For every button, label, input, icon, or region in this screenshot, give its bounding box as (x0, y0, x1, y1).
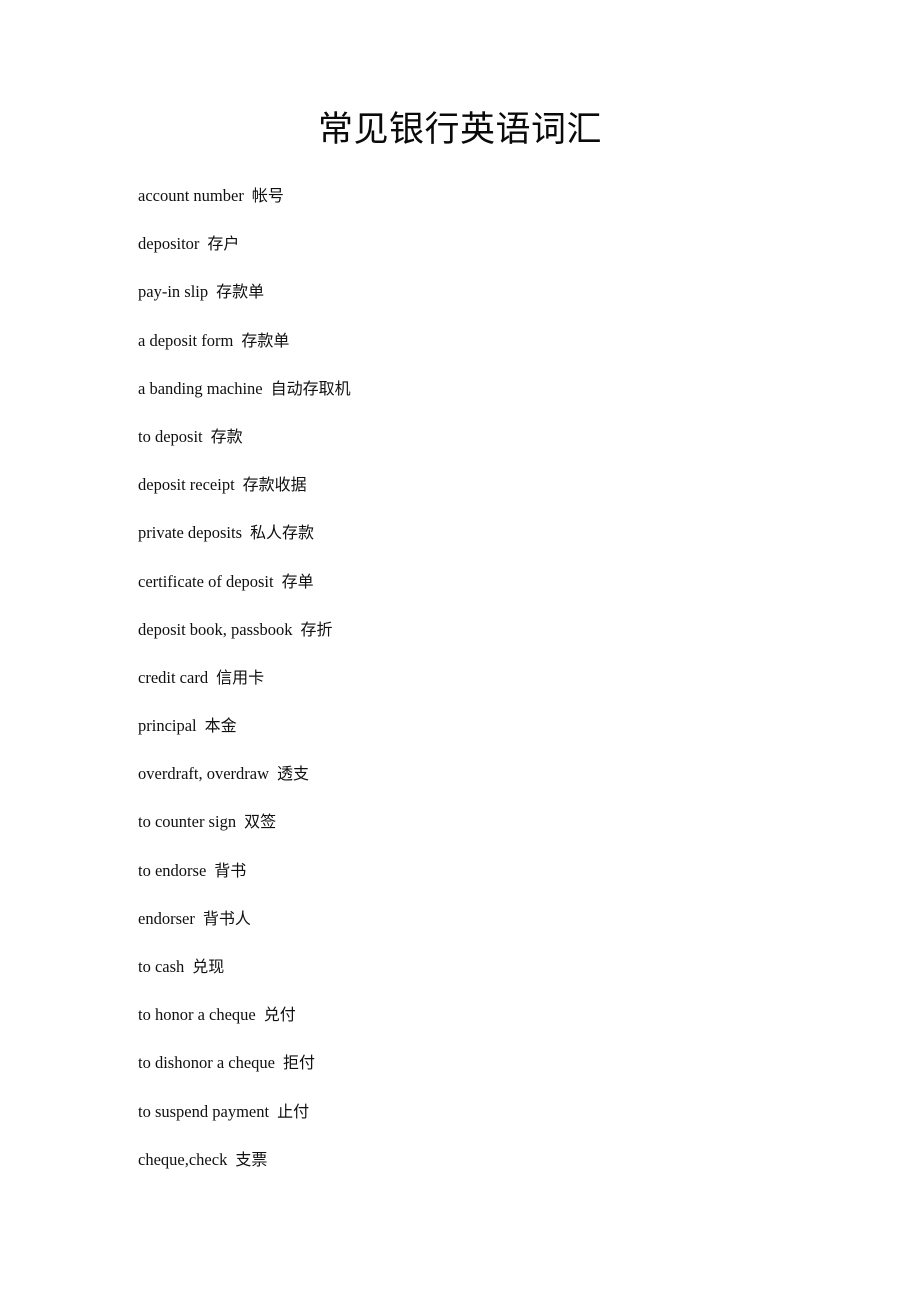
glossary-entry: credit card 信用卡 (138, 665, 818, 713)
glossary-gloss: 兑付 (263, 1005, 296, 1025)
glossary-entry: to cash 兑现 (138, 954, 818, 1002)
glossary-gloss: 背书 (214, 860, 247, 880)
glossary-term: endorser (138, 908, 195, 928)
glossary-term: account number (138, 186, 244, 205)
glossary-entry: overdraft, overdraw 透支 (138, 761, 818, 809)
glossary-entry: to honor a cheque 兑付 (138, 1002, 818, 1050)
glossary-entry: account number 帐号 (138, 183, 818, 231)
glossary-term: credit card (138, 667, 209, 687)
glossary-gloss: 存单 (281, 571, 314, 591)
glossary-entry: endorser 背书人 (138, 906, 818, 954)
glossary-entry: to suspend payment 止付 (138, 1099, 818, 1147)
glossary-gloss: 双签 (244, 812, 277, 832)
glossary-term: certificate of deposit (138, 571, 274, 591)
glossary-gloss: 本金 (204, 716, 237, 736)
glossary-gloss: 存折 (300, 619, 333, 639)
glossary-gloss: 存款单 (216, 282, 265, 302)
glossary-list: account number 帐号 depositor 存户 pay-in slip 存款… (138, 183, 818, 1195)
glossary-entry: deposit book, passbook 存折 (138, 617, 818, 665)
glossary-term: a deposit form (138, 330, 234, 350)
glossary-entry: deposit receipt 存款收据 (138, 472, 818, 520)
glossary-term: deposit receipt (138, 475, 235, 495)
glossary-term: deposit book, passbook (138, 619, 293, 639)
glossary-gloss: 存款 (210, 426, 243, 446)
glossary-term: to honor a cheque (138, 1005, 256, 1025)
glossary-gloss: 存款收据 (242, 475, 307, 495)
glossary-gloss: 自动存取机 (270, 378, 351, 398)
glossary-term: to counter sign (138, 812, 237, 832)
glossary-entry: to endorse 背书 (138, 858, 818, 906)
glossary-gloss: 存款单 (241, 330, 290, 350)
glossary-entry: to counter sign 双签 (138, 809, 818, 857)
glossary-entry: pay-in slip 存款单 (138, 279, 818, 327)
glossary-term: to cash (138, 957, 185, 976)
glossary-gloss: 拒付 (283, 1053, 316, 1073)
glossary-gloss: 背书人 (202, 908, 251, 928)
glossary-term: private deposits (138, 523, 243, 543)
glossary-gloss: 存户 (207, 234, 240, 254)
glossary-gloss: 止付 (277, 1101, 310, 1121)
glossary-entry: depositor 存户 (138, 231, 818, 279)
glossary-entry: to dishonor a cheque 拒付 (138, 1050, 818, 1098)
glossary-entry: to deposit 存款 (138, 424, 818, 472)
glossary-gloss: 支票 (235, 1149, 268, 1169)
glossary-term: principal (138, 716, 197, 736)
glossary-entry: a banding machine 自动存取机 (138, 376, 818, 424)
glossary-term: a banding machine (138, 378, 263, 398)
glossary-gloss: 透支 (277, 764, 310, 784)
glossary-term: pay-in slip (138, 282, 209, 302)
glossary-term: to dishonor a cheque (138, 1053, 276, 1073)
glossary-gloss: 兑现 (192, 957, 225, 976)
glossary-term: overdraft, overdraw (138, 764, 270, 784)
glossary-term: to endorse (138, 860, 207, 880)
document-page: 常见银行英语词汇 account number 帐号 depositor 存户 pay-… (0, 0, 920, 1302)
glossary-entry: principal 本金 (138, 713, 818, 761)
glossary-term: depositor (138, 234, 200, 254)
glossary-entry: a deposit form 存款单 (138, 328, 818, 376)
glossary-term: to suspend payment (138, 1101, 270, 1121)
page-title: 常见银行英语词汇 (317, 110, 602, 149)
glossary-gloss: 帐号 (251, 186, 284, 205)
glossary-entry: cheque,check 支票 (138, 1147, 818, 1195)
glossary-entry: certificate of deposit 存单 (138, 569, 818, 617)
glossary-term: cheque,check (138, 1149, 228, 1169)
glossary-gloss: 信用卡 (216, 667, 265, 687)
glossary-term: to deposit (138, 426, 203, 446)
glossary-gloss: 私人存款 (250, 523, 315, 543)
glossary-entry: private deposits 私人存款 (138, 520, 818, 568)
